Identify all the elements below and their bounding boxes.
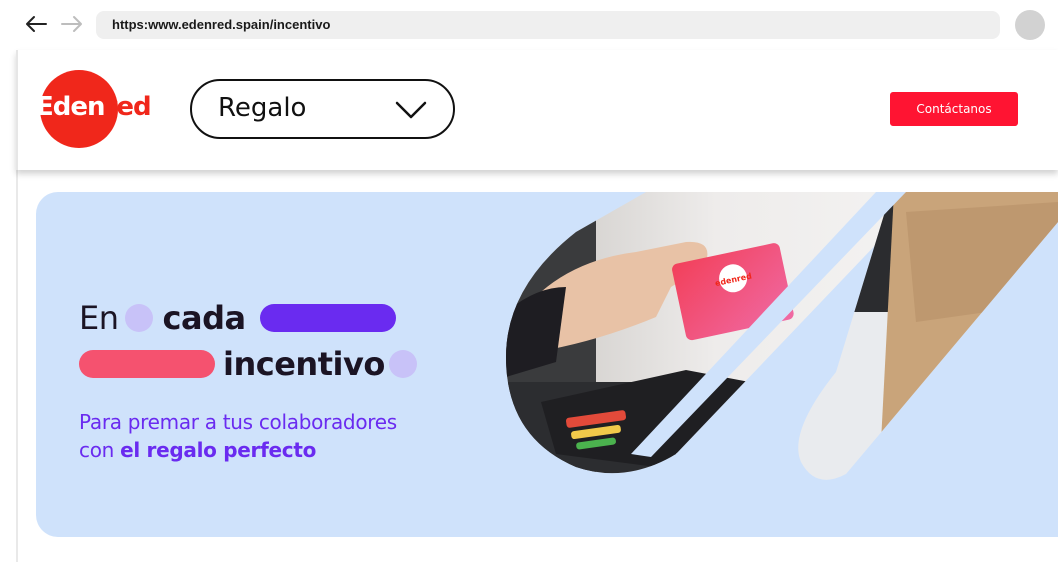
logo-wordmark-tail: red (104, 92, 152, 122)
hero-banner: edenred En cada incentivo Para premar a … (36, 192, 1058, 537)
product-select-value: Regalo (218, 93, 307, 123)
profile-avatar[interactable] (1015, 10, 1045, 40)
subtitle-line-2: con el regalo perfecto (79, 436, 479, 464)
logo-wordmark: Edenred (36, 92, 152, 122)
arrow-right-icon (61, 16, 82, 32)
headline-line-1: En cada (79, 298, 396, 338)
subtitle-line-1: Para premar a tus colaboradores (79, 410, 397, 434)
headline-word-incentivo: incentivo (223, 345, 385, 383)
subtitle-line-2-strong: el regalo perfecto (120, 438, 317, 462)
hero-subtitle: Para premar a tus colaboradores con el r… (79, 408, 479, 464)
headline-pill-purple (259, 304, 396, 332)
address-bar[interactable]: https:www.edenred.spain/incentivo (96, 11, 1000, 39)
headline-pill-red (79, 350, 215, 378)
product-select[interactable]: Regalo (190, 79, 455, 139)
contact-button[interactable]: Contáctanos (890, 92, 1018, 126)
logo-wordmark-lead: Eden (36, 92, 106, 122)
headline-word-en: En (79, 299, 119, 337)
back-button[interactable] (22, 10, 50, 38)
headline-word-cada: cada (162, 299, 247, 337)
page-edge-divider (16, 170, 18, 562)
headline-dot-decoration (124, 304, 153, 332)
headline-dot-decoration (388, 350, 417, 378)
edenred-logo[interactable]: Edenred (36, 68, 152, 150)
subtitle-line-2-plain: con (79, 438, 121, 462)
browser-toolbar: https:www.edenred.spain/incentivo (0, 0, 1058, 50)
forward-button[interactable] (58, 10, 86, 38)
headline-line-2: incentivo (79, 344, 417, 384)
url-text: https:www.edenred.spain/incentivo (112, 17, 331, 32)
chevron-down-icon (395, 101, 427, 119)
site-header: Edenred Regalo Contáctanos (16, 50, 1058, 170)
arrow-left-icon (26, 16, 47, 32)
